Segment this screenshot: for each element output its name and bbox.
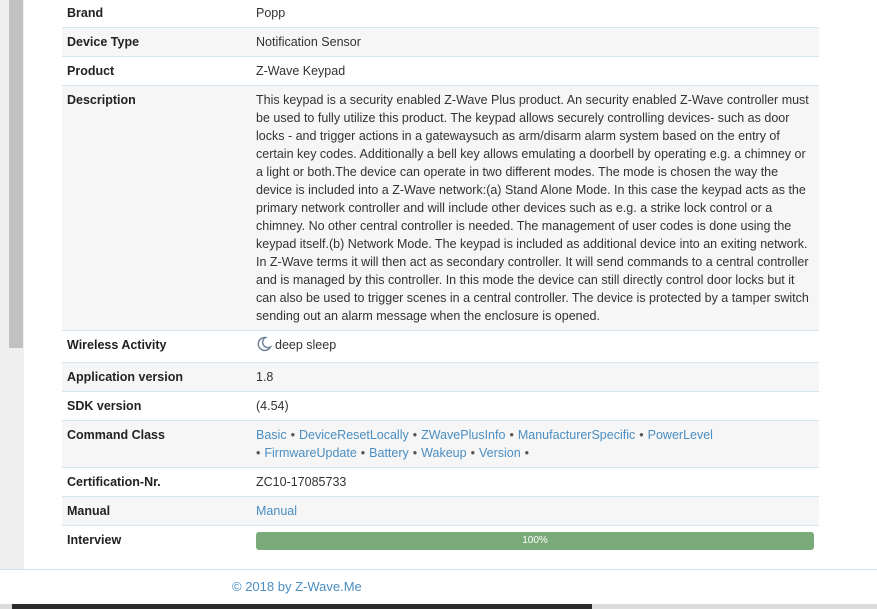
table-row: SDK version (4.54) bbox=[62, 391, 819, 421]
description-value: This keypad is a security enabled Z-Wave… bbox=[251, 85, 819, 331]
separator-bullet: • bbox=[290, 428, 295, 442]
manual-cell: Manual bbox=[251, 496, 819, 526]
certification-label: Certification-Nr. bbox=[62, 467, 251, 497]
separator-bullet: • bbox=[509, 428, 514, 442]
device-info-table: Brand Popp Device Type Notification Sens… bbox=[62, 0, 819, 555]
brand-value: Popp bbox=[256, 6, 286, 20]
app-version-value: 1.8 bbox=[251, 362, 819, 392]
interview-label: Interview bbox=[62, 525, 251, 555]
command-class-link-zwave-plus-info[interactable]: ZWavePlusInfo bbox=[421, 428, 505, 442]
product-value: Z-Wave Keypad bbox=[251, 56, 819, 86]
command-class-link-power-level[interactable]: PowerLevel bbox=[648, 428, 713, 442]
horizontal-scrollbar-thumb[interactable] bbox=[12, 604, 592, 609]
sdk-version-value: (4.54) bbox=[251, 391, 819, 421]
scrollbar-track[interactable] bbox=[0, 0, 24, 569]
table-row: Description This keypad is a security en… bbox=[62, 85, 819, 331]
wireless-activity-cell: deep sleep bbox=[251, 330, 819, 363]
table-row: Certification-Nr. ZC10-17085733 bbox=[62, 467, 819, 497]
command-class-link-version[interactable]: Version bbox=[479, 446, 521, 460]
description-label: Description bbox=[62, 85, 251, 331]
command-class-label: Command Class bbox=[62, 420, 251, 468]
horizontal-scrollbar[interactable] bbox=[0, 604, 877, 609]
table-row: Manual Manual bbox=[62, 496, 819, 526]
table-row: Wireless Activity deep sleep bbox=[62, 330, 819, 363]
table-row: Product Z-Wave Keypad bbox=[62, 56, 819, 86]
command-class-link-battery[interactable]: Battery bbox=[369, 446, 409, 460]
certification-value: ZC10-17085733 bbox=[251, 467, 819, 497]
separator-bullet: • bbox=[470, 446, 475, 460]
product-label: Product bbox=[62, 56, 251, 86]
manual-link[interactable]: Manual bbox=[256, 504, 297, 518]
table-row: Application version 1.8 bbox=[62, 362, 819, 392]
interview-progress-bar: 100% bbox=[256, 532, 814, 550]
table-row: Brand Popp bbox=[62, 0, 819, 28]
command-class-link-basic[interactable]: Basic bbox=[256, 428, 287, 442]
command-class-link-firmware-update[interactable]: FirmwareUpdate bbox=[264, 446, 356, 460]
command-class-link-device-reset-locally[interactable]: DeviceResetLocally bbox=[299, 428, 409, 442]
command-class-link-manufacturer-specific[interactable]: ManufacturerSpecific bbox=[518, 428, 635, 442]
command-class-link-wakeup[interactable]: Wakeup bbox=[421, 446, 466, 460]
separator-bullet: • bbox=[412, 428, 418, 442]
device-type-value: Notification Sensor bbox=[251, 27, 819, 57]
sdk-version-label: SDK version bbox=[62, 391, 251, 421]
separator-bullet: • bbox=[524, 446, 530, 460]
wireless-activity-value: deep sleep bbox=[275, 338, 337, 352]
table-row: Device Type Notification Sensor bbox=[62, 27, 819, 57]
separator-bullet: • bbox=[639, 428, 644, 442]
moon-icon bbox=[256, 336, 273, 357]
brand-label: Brand bbox=[67, 6, 104, 20]
footer-divider bbox=[0, 569, 877, 570]
interview-cell: 100% bbox=[251, 525, 819, 555]
separator-bullet: • bbox=[412, 446, 418, 460]
manual-label: Manual bbox=[62, 496, 251, 526]
scrollbar-thumb[interactable] bbox=[9, 0, 23, 348]
wireless-activity-label: Wireless Activity bbox=[62, 330, 251, 363]
footer-copyright: © 2018 by Z-Wave.Me bbox=[232, 579, 362, 594]
table-row: Interview 100% bbox=[62, 525, 819, 555]
interview-progress-text: 100% bbox=[522, 535, 548, 546]
device-type-label: Device Type bbox=[62, 27, 251, 57]
command-class-list: Basic • DeviceResetLocally • ZWavePlusInfo • M… bbox=[251, 420, 819, 468]
content-area: Brand Popp Device Type Notification Sens… bbox=[24, 0, 877, 569]
table-row: Command Class Basic • DeviceResetLocally • Z… bbox=[62, 420, 819, 468]
separator-bullet: • bbox=[360, 446, 366, 460]
app-version-label: Application version bbox=[62, 362, 251, 392]
